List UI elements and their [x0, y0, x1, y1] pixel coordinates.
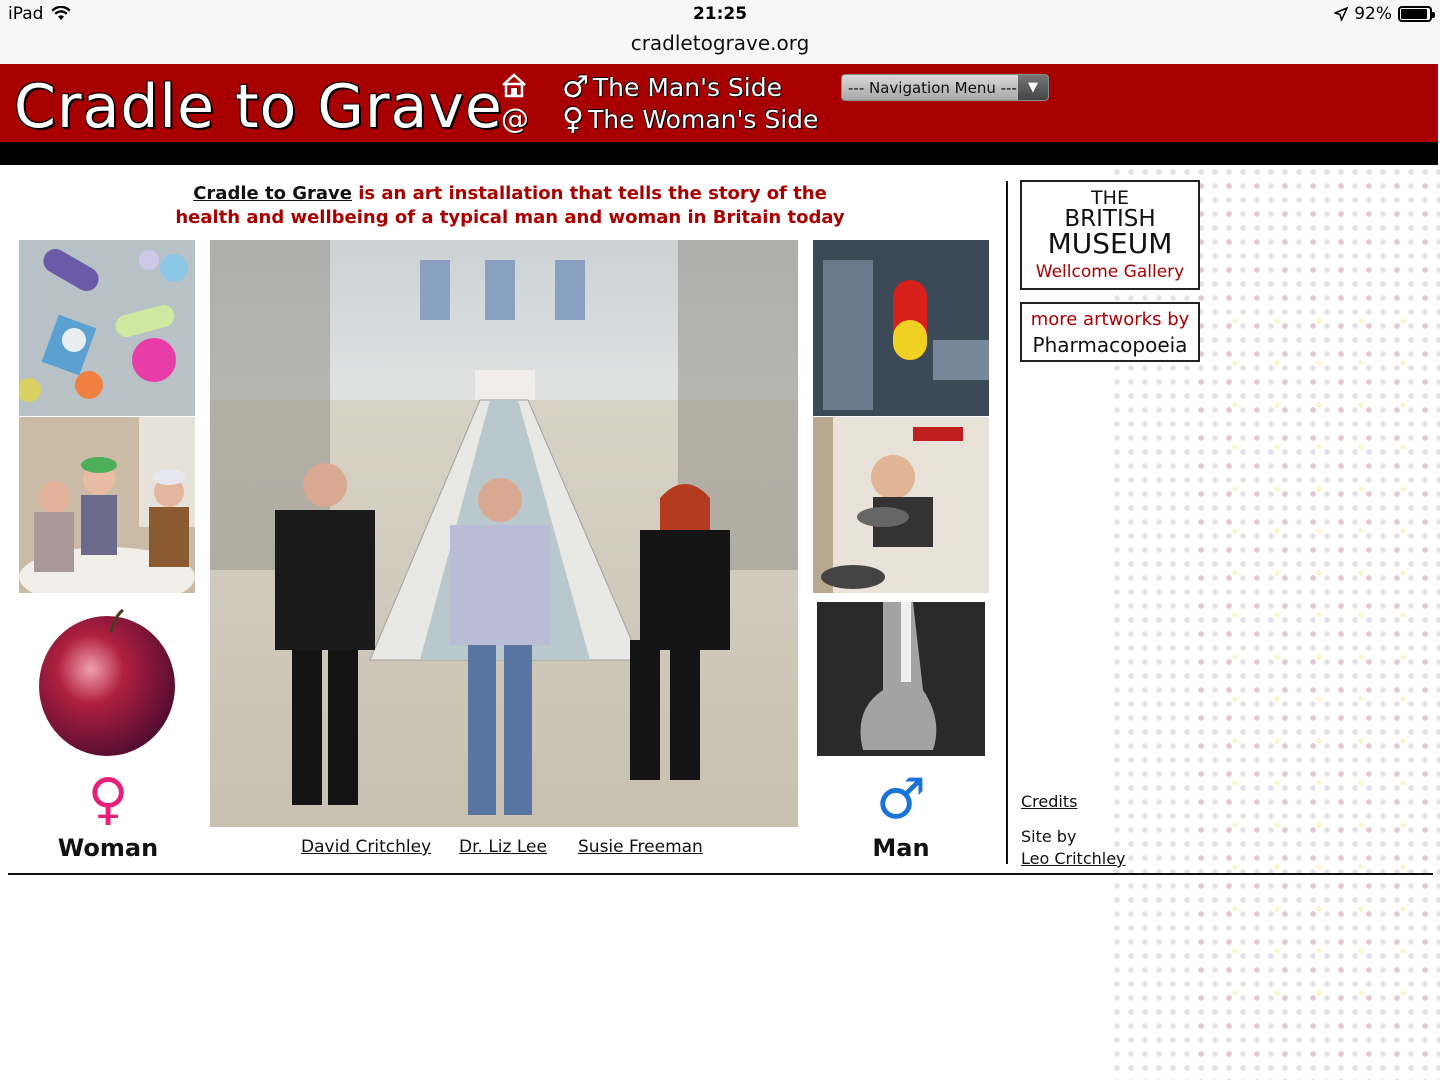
bm-wellcome-gallery: Wellcome Gallery — [1035, 262, 1185, 282]
bm-museum: MUSEUM — [1047, 227, 1173, 260]
womans-side-label: The Woman's Side — [587, 105, 819, 134]
mans-side-label: The Man's Side — [592, 73, 782, 102]
womans-side-link[interactable]: ♀ The Woman's Side — [562, 102, 818, 137]
bm-the: THE — [1091, 187, 1129, 209]
intro-text-2: health and wellbeing of a typical man an… — [175, 207, 845, 228]
male-symbol-icon: ♂ — [562, 70, 589, 105]
apple-thumbnail[interactable] — [19, 594, 195, 770]
vertical-divider — [1006, 181, 1008, 864]
navigation-menu-label: --- Navigation Menu --- — [848, 78, 1017, 97]
woman-label: Woman — [57, 834, 159, 862]
address-bar-url[interactable]: cradletograve.org — [0, 31, 1440, 55]
artist-link-liz-lee[interactable]: Dr. Liz Lee — [459, 837, 547, 857]
battery-icon — [1398, 6, 1435, 22]
site-header: Cradle to Grave @ ♂ The Man's Side ♀ The… — [0, 64, 1438, 142]
status-time: 21:25 — [692, 4, 748, 24]
female-symbol-icon: ♀ — [562, 102, 584, 137]
leo-critchley-link[interactable]: Leo Critchley — [1021, 849, 1126, 868]
intro-text: Cradle to Grave is an art installation t… — [160, 182, 860, 230]
tea-party-women-thumbnail[interactable] — [19, 417, 195, 593]
woman-link[interactable]: ♀ Woman — [38, 767, 178, 863]
credits-link[interactable]: Credits — [1021, 792, 1077, 811]
pills-knitted-thumbnail[interactable] — [19, 240, 195, 416]
man-link[interactable]: ♂ Man — [831, 767, 971, 863]
cradle-to-grave-link[interactable]: Cradle to Grave — [193, 183, 352, 204]
pharma-line-2: Pharmacopoeia — [1032, 333, 1188, 357]
artist-link-david-critchley[interactable]: David Critchley — [301, 837, 431, 857]
location-arrow-icon — [1334, 7, 1349, 21]
ios-status-bar: iPad 21:25 92% cradletograve.org — [0, 0, 1440, 64]
battery-percent: 92% — [1354, 4, 1392, 24]
pharmacopoeia-link[interactable]: more artworks by Pharmacopoeia — [1020, 302, 1200, 362]
home-icon[interactable] — [500, 72, 528, 98]
british-museum-link[interactable]: THE BRITISH MUSEUM Wellcome Gallery — [1020, 180, 1200, 290]
site-by: Site by Leo Critchley — [1021, 826, 1126, 870]
header-black-strip — [0, 142, 1438, 165]
horizontal-divider — [8, 873, 1433, 875]
dotted-background-yellow — [1200, 300, 1440, 1000]
browser-window: iPad 21:25 92% cradletograve.org Cradle … — [0, 0, 1440, 1080]
man-label: Man — [872, 834, 930, 862]
child-in-cupboard-thumbnail[interactable] — [813, 417, 989, 593]
navigation-menu-select[interactable]: --- Navigation Menu --- ▼ — [841, 74, 1049, 101]
pharma-line-1: more artworks by — [1030, 309, 1190, 330]
artists-in-museum-photo — [210, 240, 798, 827]
email-icon[interactable]: @ — [501, 102, 529, 135]
female-symbol-icon: ♀ — [87, 767, 129, 832]
intro-text-1: is an art installation that tells the st… — [351, 183, 827, 204]
artist-link-susie-freeman[interactable]: Susie Freeman — [578, 837, 703, 857]
xray-thumbnail[interactable] — [813, 600, 989, 760]
male-symbol-icon: ♂ — [875, 767, 927, 832]
site-by-label: Site by — [1021, 827, 1077, 846]
site-title[interactable]: Cradle to Grave — [14, 74, 503, 140]
status-right: 92% — [1334, 4, 1435, 24]
knitted-capsule-thumbnail[interactable] — [813, 240, 989, 416]
chevron-down-icon: ▼ — [1018, 75, 1048, 100]
mans-side-link[interactable]: ♂ The Man's Side — [562, 70, 782, 105]
